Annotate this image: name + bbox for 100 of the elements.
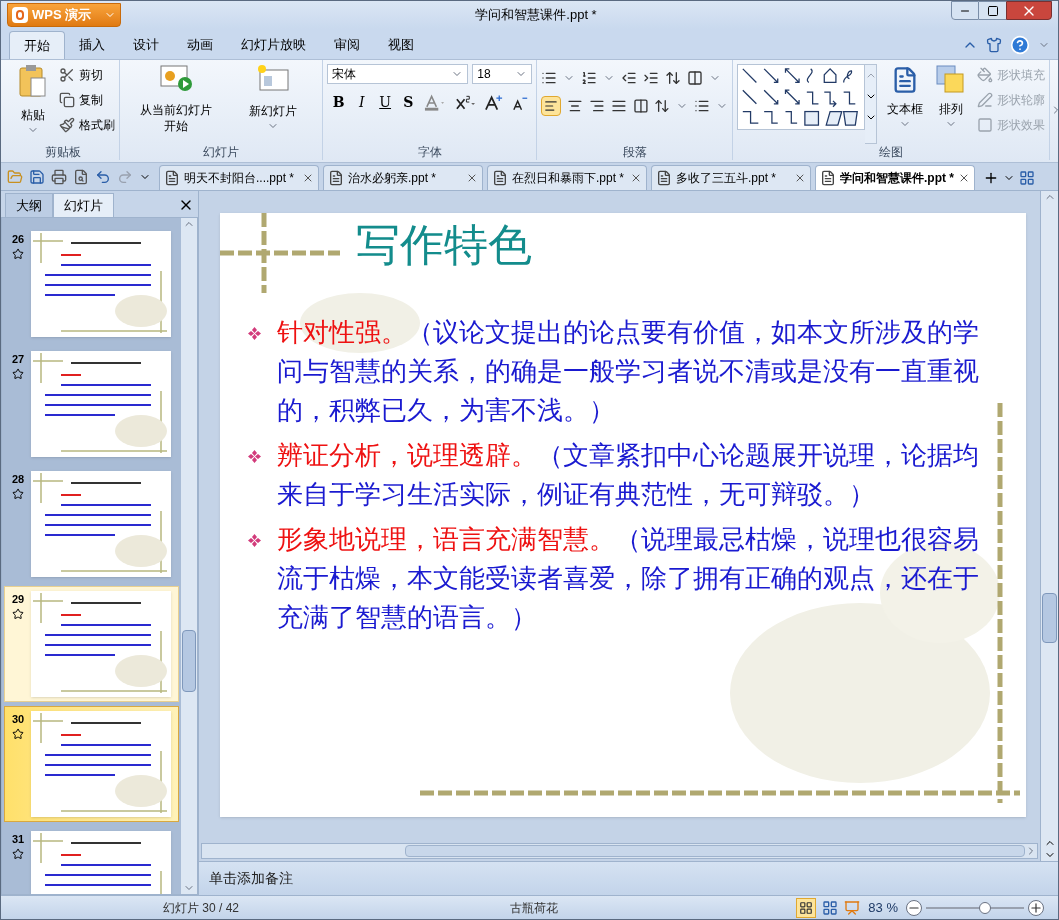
app-logo-icon [12, 7, 28, 23]
scrollbar-thumb[interactable] [1042, 593, 1057, 643]
panel-tab[interactable]: 幻灯片 [53, 193, 114, 217]
paragraph-spacing-icon[interactable] [694, 98, 711, 114]
slide-thumbnail-row[interactable]: 29 [4, 586, 179, 702]
format-button[interactable]: S [400, 92, 416, 113]
arrange-button[interactable]: 排列 [933, 64, 969, 144]
ribbon-tab[interactable]: 幻灯片放映 [227, 31, 320, 59]
maximize-button[interactable] [979, 1, 1006, 20]
slide-sorter-icon[interactable] [822, 899, 839, 916]
format-button[interactable]: B [331, 92, 347, 113]
slide-thumbnail-row[interactable]: 28 [4, 466, 179, 582]
align-center-icon[interactable] [566, 98, 583, 114]
zoom-in-icon[interactable] [1028, 899, 1044, 916]
slide-thumbnail-row[interactable]: 31 [4, 826, 179, 894]
slide-number: 28 [11, 472, 25, 487]
align-right-icon[interactable] [588, 98, 605, 114]
align-left-icon[interactable] [541, 96, 561, 116]
ribbon-tab[interactable]: 动画 [173, 31, 227, 59]
save-icon[interactable] [29, 169, 45, 185]
arrange-icon [935, 64, 967, 96]
slide-counter: 幻灯片 30 / 42 [162, 899, 240, 917]
group-label: 幻灯片 [202, 144, 240, 160]
skin-icon[interactable] [986, 37, 1002, 53]
panel-tab[interactable]: 大纲 [5, 193, 53, 217]
shape-gallery-drawing[interactable] [737, 64, 865, 130]
maximize-icon [986, 4, 999, 17]
print-icon[interactable] [51, 169, 67, 185]
action-icon [59, 67, 75, 83]
ribbon-tab[interactable]: 开始 [9, 31, 65, 59]
bullet-text: 形象地说理，语言充满智慧。（说理最忌枯燥，说理也很容易流于枯燥，本文能受读者喜爱，除了拥有正确的观点，还在于充满了智慧的语言。） [276, 523, 980, 634]
slide-title: 写作特色 [355, 218, 533, 272]
action-icon [59, 92, 75, 108]
undo-icon[interactable] [95, 169, 111, 185]
clipboard-action[interactable]: 剪切 [59, 64, 115, 86]
play-from-current-button[interactable]: 从当前幻灯片 开始 [124, 64, 228, 144]
bullet-list-icon[interactable] [541, 70, 557, 86]
document-tab[interactable]: 治水必躬亲.ppt * [323, 165, 483, 190]
paste-button[interactable]: 粘贴 [11, 64, 55, 144]
transition-icon [12, 727, 24, 740]
format-button[interactable]: I [354, 92, 370, 113]
font-color-icon[interactable] [424, 93, 447, 112]
justify-icon[interactable] [610, 98, 627, 114]
zoom-slider-thumb[interactable] [978, 901, 991, 914]
clipboard-action[interactable]: 格式刷 [59, 114, 115, 136]
document-icon [492, 170, 508, 186]
shape-option-icon [977, 91, 993, 108]
slide-thumbnail-row[interactable]: 27 [4, 346, 179, 462]
document-tab[interactable]: 学问和智慧课件.ppt * [815, 165, 975, 190]
text-direction-icon[interactable] [665, 70, 681, 86]
minimize-button[interactable] [951, 1, 979, 20]
transition-icon [12, 487, 24, 500]
notes-field[interactable]: 单击添加备注 [199, 861, 1058, 895]
outdent-icon[interactable] [621, 70, 637, 86]
horizontal-scrollbar-thumb[interactable] [405, 845, 1025, 857]
clipboard-action[interactable]: 复制 [59, 89, 115, 111]
slide-thumbnail-row[interactable]: 30 [4, 706, 179, 822]
ribbon-tab[interactable]: 设计 [119, 31, 173, 59]
grow-font-icon[interactable] [483, 93, 503, 112]
bullet-icon [247, 534, 261, 547]
shape-option-icon [977, 66, 993, 83]
transition-icon [12, 847, 24, 860]
transition-icon [12, 367, 24, 380]
font-name-field[interactable]: 宋体 [327, 64, 469, 84]
slide-thumbnail-row[interactable]: 26 [4, 226, 179, 342]
print-preview-icon[interactable] [73, 169, 89, 185]
line-spacing-icon[interactable] [654, 98, 671, 114]
normal-view-icon[interactable] [796, 897, 817, 918]
zoom-out-icon[interactable] [906, 899, 922, 916]
bullet-text: 辨证分析，说理透辟。（文章紧扣中心论题展开说理，论据均来自于学习生活实际，例证有典范性，无可辩驳。） [276, 439, 980, 511]
document-tab[interactable]: 多收了三五斗.ppt * [651, 165, 811, 190]
group-label: 段落 [621, 144, 648, 160]
close-tab-icon[interactable] [794, 172, 806, 184]
superscript-icon[interactable] [454, 93, 476, 112]
close-tab-icon[interactable] [958, 172, 970, 184]
ribbon-tab[interactable]: 审阅 [320, 31, 374, 59]
close-tab-icon[interactable] [630, 172, 642, 184]
numbered-list-icon[interactable] [581, 70, 597, 86]
zoom-percentage: 83 % [868, 898, 898, 917]
window-layout-icon[interactable] [1019, 169, 1035, 186]
document-tab[interactable]: 明天不封阳台....ppt * [159, 165, 319, 190]
new-slide-button[interactable]: 新幻灯片 [228, 64, 318, 144]
close-button[interactable] [1006, 1, 1052, 20]
window-title: 学问和智慧课件.ppt * [474, 6, 598, 25]
help-icon[interactable] [1010, 35, 1030, 55]
indent-icon[interactable] [643, 70, 659, 86]
scrollbar-thumb[interactable] [182, 630, 196, 692]
format-button[interactable]: U [377, 92, 393, 113]
shape-option-icon [977, 116, 993, 133]
close-tab-icon[interactable] [302, 172, 314, 184]
text-box-button[interactable]: 文本框 [885, 64, 925, 144]
ribbon-tab[interactable]: 视图 [374, 31, 428, 59]
slide-number: 30 [11, 712, 25, 727]
document-tab[interactable]: 在烈日和暴雨下.ppt * [487, 165, 647, 190]
font-size-field[interactable]: 18 [472, 64, 532, 84]
align-text-icon[interactable] [687, 70, 703, 86]
close-tab-icon[interactable] [466, 172, 478, 184]
new-slide-icon [256, 64, 290, 94]
distribute-icon[interactable] [632, 98, 649, 114]
ribbon-tab[interactable]: 插入 [65, 31, 119, 59]
